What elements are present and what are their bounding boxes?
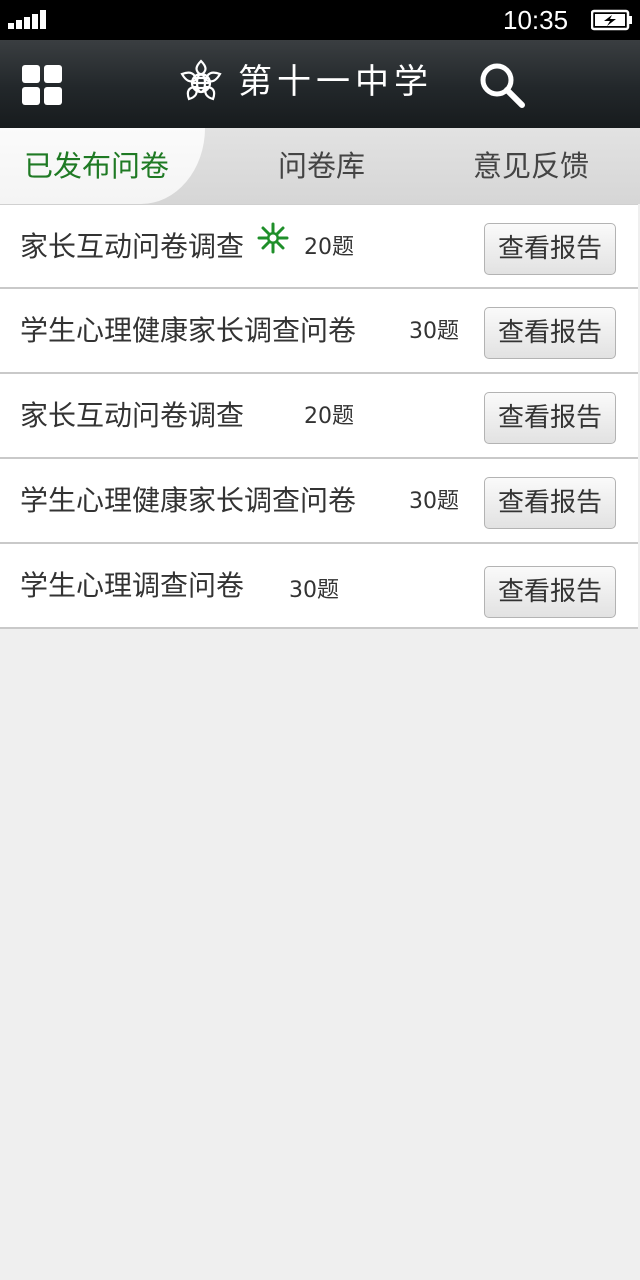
signal-icon — [8, 9, 48, 29]
new-star-icon — [257, 222, 289, 254]
empty-content-area — [0, 634, 640, 1280]
battery-charging-icon — [591, 9, 632, 31]
survey-title: 家长互动问卷调查 — [20, 230, 245, 263]
question-count: 20题 — [304, 404, 354, 429]
view-report-button[interactable]: 查看报告 — [484, 223, 616, 275]
school-logo-icon — [180, 59, 222, 101]
question-count: 20题 — [304, 235, 354, 260]
tab-feedback[interactable]: 意见反馈 — [473, 142, 589, 190]
survey-row[interactable]: 家长互动问卷调查 20题 查看报告 — [0, 204, 638, 289]
survey-title: 家长互动问卷调查 — [20, 399, 245, 432]
status-time: 10:35 — [503, 5, 569, 35]
app-header: 第十一中学 — [0, 40, 640, 128]
tab-published-surveys[interactable]: 已发布问卷 — [24, 142, 169, 190]
survey-row[interactable]: 家长互动问卷调查 20题 查看报告 — [0, 374, 638, 459]
status-bar: 10:35 — [0, 0, 640, 40]
survey-title: 学生心理健康家长调查问卷 — [20, 314, 357, 347]
survey-title: 学生心理健康家长调查问卷 — [20, 484, 357, 517]
view-report-button[interactable]: 查看报告 — [484, 566, 616, 618]
survey-row[interactable]: 学生心理调查问卷 30题 查看报告 — [0, 544, 638, 629]
survey-row[interactable]: 学生心理健康家长调查问卷 30题 查看报告 — [0, 459, 638, 544]
tab-survey-library[interactable]: 问卷库 — [278, 142, 365, 190]
survey-list: 家长互动问卷调查 20题 查看报告 学生心理健康家长调查问卷 30题 查看报告 … — [0, 204, 638, 629]
question-count: 30题 — [409, 489, 459, 514]
question-count: 30题 — [409, 319, 459, 344]
survey-title: 学生心理调查问卷 — [20, 569, 245, 602]
view-report-button[interactable]: 查看报告 — [484, 477, 616, 529]
app-title: 第十一中学 — [238, 62, 433, 102]
survey-row[interactable]: 学生心理健康家长调查问卷 30题 查看报告 — [0, 289, 638, 374]
tab-bar: 已发布问卷 问卷库 意见反馈 — [0, 128, 640, 204]
view-report-button[interactable]: 查看报告 — [484, 392, 616, 444]
view-report-button[interactable]: 查看报告 — [484, 307, 616, 359]
question-count: 30题 — [289, 578, 339, 603]
search-icon[interactable] — [478, 61, 526, 109]
grid-menu-icon[interactable] — [22, 65, 64, 107]
